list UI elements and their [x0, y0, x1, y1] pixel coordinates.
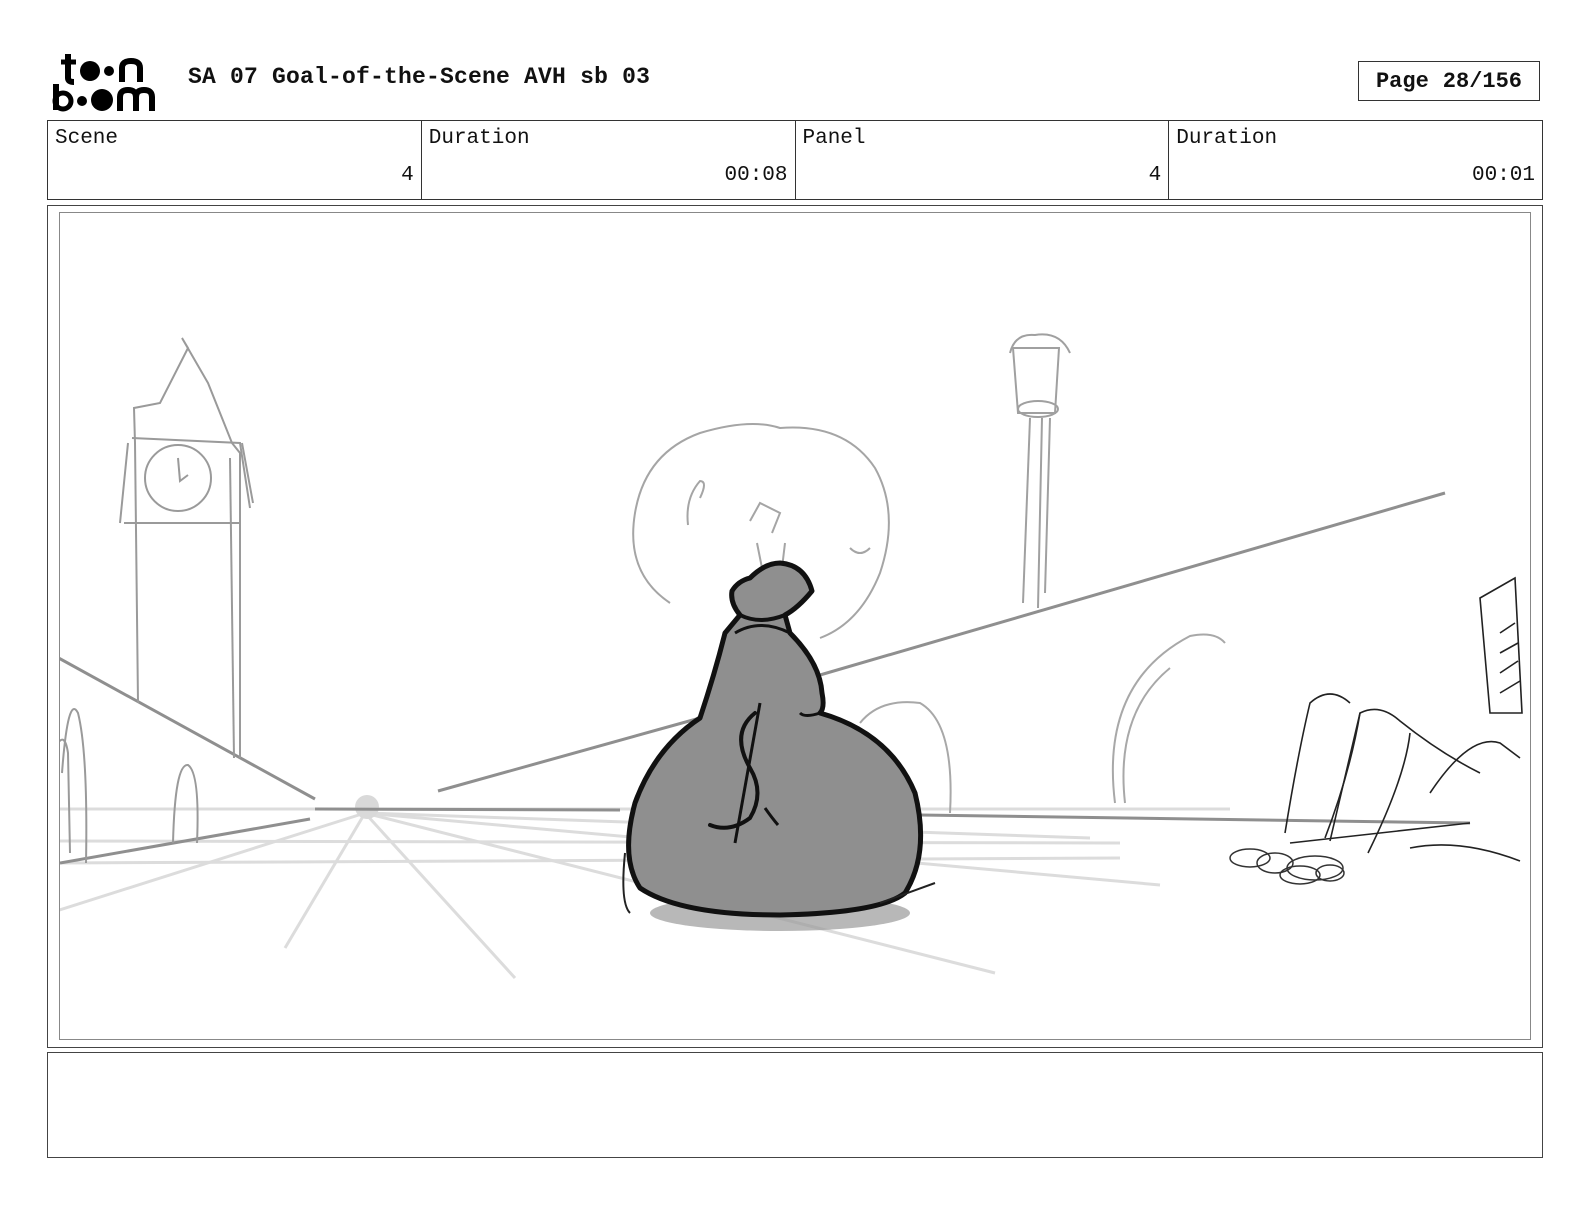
scene-duration-cell: Duration 00:08	[422, 121, 796, 199]
scene-cell: Scene 4	[48, 121, 422, 199]
page-number: 28/156	[1442, 68, 1523, 94]
document-title: SA 07 Goal-of-the-Scene AVH sb 03	[188, 64, 651, 90]
vanishing-point	[355, 795, 379, 819]
panel-cell: Panel 4	[796, 121, 1170, 199]
clock-tower	[60, 337, 254, 864]
scene-duration-value: 00:08	[724, 164, 788, 187]
page-label: Page	[1375, 68, 1429, 94]
scene-label: Scene	[55, 127, 119, 150]
scene-duration-label: Duration	[428, 127, 530, 150]
bridge-arches	[859, 633, 1226, 814]
coins	[1229, 848, 1345, 885]
street-lamp	[1009, 333, 1071, 609]
money-bag	[622, 560, 936, 931]
panel-duration-cell: Duration 00:01	[1169, 121, 1542, 199]
storyboard-sketch	[60, 333, 1523, 980]
toon-boom-logo	[52, 54, 155, 112]
scene-value: 4	[401, 164, 414, 187]
storyboard-panel	[59, 212, 1531, 1040]
scene-info-bar: Scene 4 Duration 00:08 Panel 4 Duration …	[47, 120, 1543, 200]
panel-duration-value: 00:01	[1471, 164, 1535, 187]
character-legs	[1284, 576, 1523, 862]
notes-area	[47, 1052, 1543, 1158]
panel-duration-label: Duration	[1176, 127, 1278, 150]
page-indicator: Page 28/156	[1358, 61, 1540, 101]
panel-label: Panel	[802, 127, 866, 150]
panel-value: 4	[1148, 164, 1162, 187]
